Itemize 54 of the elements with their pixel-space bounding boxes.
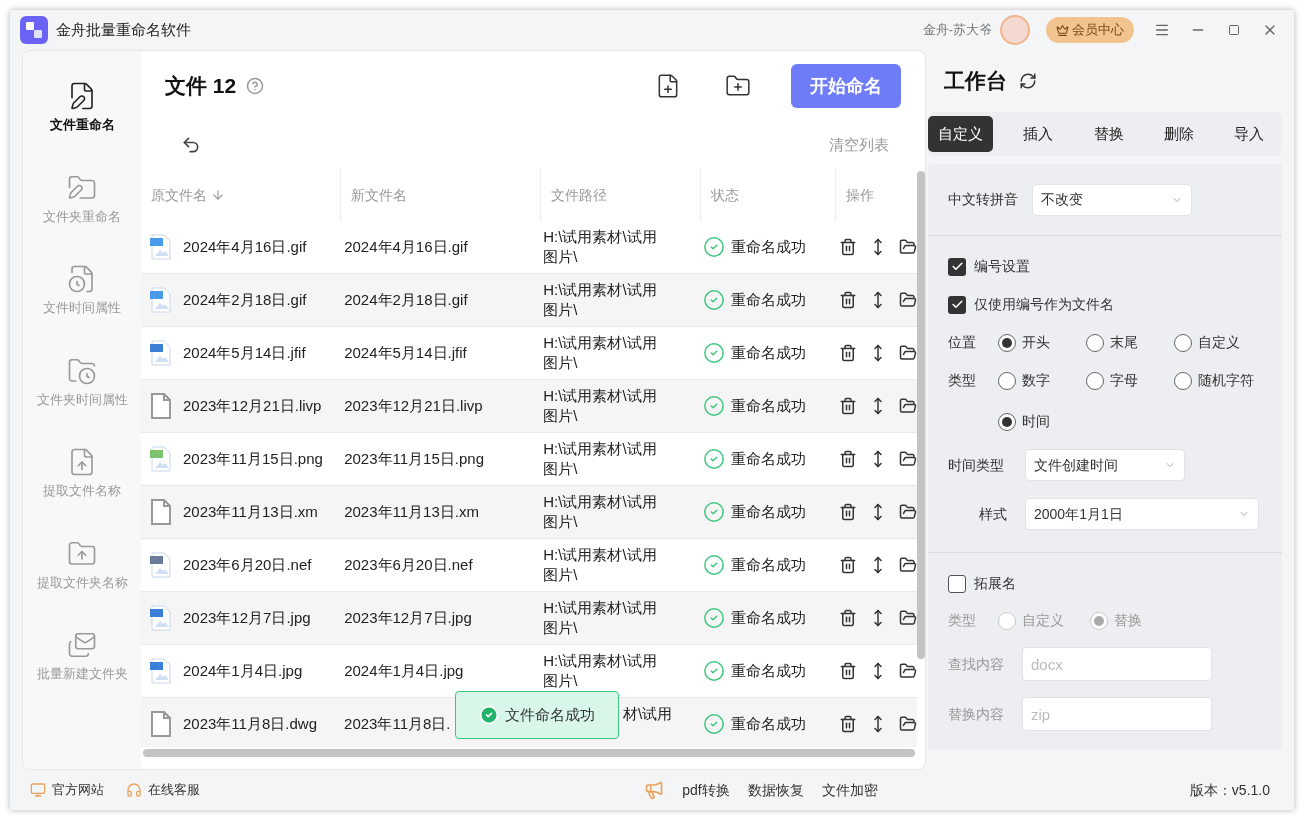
new-filename: 2023年11月13日.xm bbox=[344, 502, 479, 520]
window-title: 金舟批量重命名软件 bbox=[56, 19, 191, 40]
status-text: 重命名成功 bbox=[730, 501, 806, 522]
original-filename: 2023年11月15日.png bbox=[183, 449, 324, 469]
original-filename: 2023年11月13日.xm bbox=[183, 502, 319, 522]
file-path: H:\试用素材\试用图片\ bbox=[543, 386, 658, 426]
new-filename: 2024年2月18日.gif bbox=[344, 290, 468, 308]
status-text: 重命名成功 bbox=[730, 713, 806, 734]
file-path: H:\试用素材\试用图片\ bbox=[543, 280, 658, 320]
file-path: H:\试用素材\试用图片\ bbox=[543, 333, 658, 373]
original-filename: 2024年1月4日.jpg bbox=[183, 661, 304, 681]
original-filename: 2024年5月14日.jfif bbox=[183, 343, 307, 363]
field-label: 时间类型 bbox=[948, 455, 1005, 475]
status-text: 重命名成功 bbox=[730, 607, 806, 628]
new-filename: 2023年12月21日.livp bbox=[344, 396, 483, 414]
new-filename: 2023年12月7日.jpg bbox=[344, 608, 472, 626]
status-text: 重命名成功 bbox=[730, 660, 806, 681]
new-filename: 2023年6月20日.nef bbox=[344, 555, 473, 573]
field-label: 位置 bbox=[948, 333, 977, 352]
file-path: H:\试用素材\试用图片\ bbox=[543, 598, 658, 638]
original-filename: 2024年4月16日.gif bbox=[183, 237, 308, 257]
user-name: 金舟-苏大爷 bbox=[922, 21, 992, 40]
original-filename: 2023年12月7日.jpg bbox=[183, 608, 312, 628]
status-text: 重命名成功 bbox=[730, 395, 806, 416]
original-filename: 2023年11月8日.dwg bbox=[183, 714, 318, 734]
new-filename: 2024年5月14日.jfif bbox=[344, 343, 467, 361]
files-title: 文件 12 bbox=[165, 73, 237, 100]
new-filename: 2023年11月8日. bbox=[344, 714, 451, 732]
version-text: 版本：v5.1.0 bbox=[1189, 780, 1270, 800]
field-label: 查找内容 bbox=[948, 654, 1005, 674]
original-filename: 2023年12月21日.livp bbox=[183, 396, 323, 416]
file-path: 材\试用 bbox=[623, 705, 673, 722]
status-text: 重命名成功 bbox=[730, 448, 806, 469]
field-label: 类型 bbox=[948, 371, 976, 390]
file-path: H:\试用素材\试用图片\ bbox=[543, 227, 658, 267]
field-label: 样式 bbox=[978, 504, 1008, 524]
status-text: 重命名成功 bbox=[730, 236, 806, 257]
status-text: 重命名成功 bbox=[730, 554, 806, 575]
new-filename: 2023年11月15日.png bbox=[344, 449, 484, 467]
file-path: H:\试用素材\试用图片\ bbox=[543, 492, 658, 532]
original-filename: 2024年2月18日.gif bbox=[183, 290, 308, 310]
field-label: 中文转拼音 bbox=[948, 190, 1018, 209]
success-toast: 文件命名成功 bbox=[455, 691, 619, 739]
new-filename: 2024年4月16日.gif bbox=[344, 237, 468, 255]
new-filename: 2024年1月4日.jpg bbox=[344, 661, 464, 679]
status-text: 重命名成功 bbox=[730, 342, 806, 363]
field-label: 替换内容 bbox=[948, 704, 1005, 724]
workbench-title: 工作台 bbox=[944, 68, 1007, 95]
file-path: H:\试用素材\试用图片\ bbox=[543, 651, 658, 691]
file-path: H:\试用素材\试用图片\ bbox=[543, 439, 658, 479]
file-path: H:\试用素材\试用图片\ bbox=[543, 545, 658, 585]
original-filename: 2023年6月20日.nef bbox=[183, 555, 313, 575]
status-text: 重命名成功 bbox=[730, 289, 806, 310]
field-label: 类型 bbox=[948, 611, 977, 630]
